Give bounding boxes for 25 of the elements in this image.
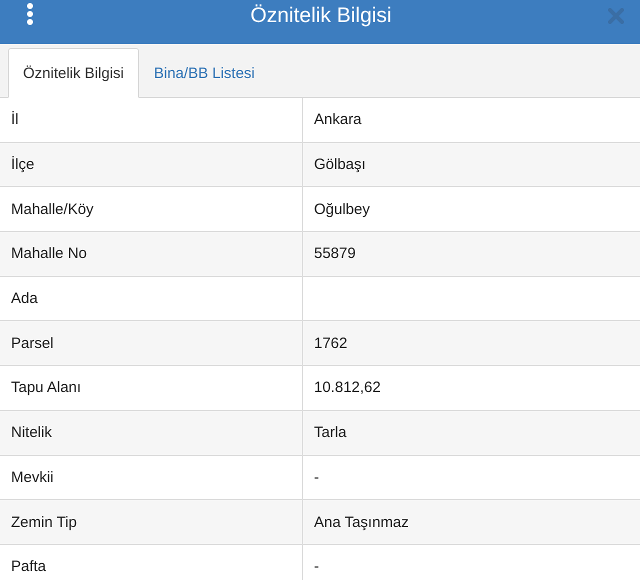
label-cell-text: Mevkii bbox=[10, 468, 55, 488]
label-cell-text: Nitelik bbox=[10, 423, 53, 444]
label-cell-text: Parsel bbox=[10, 334, 55, 354]
label-cell-text: İlçe bbox=[10, 155, 36, 176]
value-cell: Tarla bbox=[302, 410, 640, 454]
label-cell-text: Tapu Alanı bbox=[10, 378, 82, 398]
label-cell-text: İl bbox=[10, 110, 20, 130]
tab[interactable]: Öznitelik Bilgisi bbox=[8, 48, 139, 98]
value-cell: Ana Taşınmaz bbox=[302, 500, 640, 544]
tab[interactable]: Bina/BB Listesi bbox=[138, 48, 270, 98]
label-cell-text: Mahalle/Köy bbox=[10, 200, 95, 220]
value-cell: 10.812,62 bbox=[302, 366, 640, 410]
value-cell: Ankara bbox=[302, 98, 640, 142]
value-cell: Gölbaşı bbox=[302, 142, 640, 186]
label-cell-text: Ada bbox=[10, 289, 39, 310]
value-cell: Oğulbey bbox=[302, 187, 640, 232]
header-title: Öznitelik Bilgisi bbox=[250, 4, 392, 28]
value-cell: 1762 bbox=[302, 321, 640, 366]
label-cell-text: Mahalle No bbox=[10, 244, 88, 264]
label-cell-text: Zemin Tip bbox=[10, 512, 78, 533]
value-cell: 55879 bbox=[302, 232, 640, 276]
label-cell-text: Pafta bbox=[10, 557, 48, 578]
value-cell: - bbox=[302, 544, 640, 580]
menu-icon[interactable] bbox=[26, 3, 34, 25]
value-cell: - bbox=[302, 456, 640, 500]
